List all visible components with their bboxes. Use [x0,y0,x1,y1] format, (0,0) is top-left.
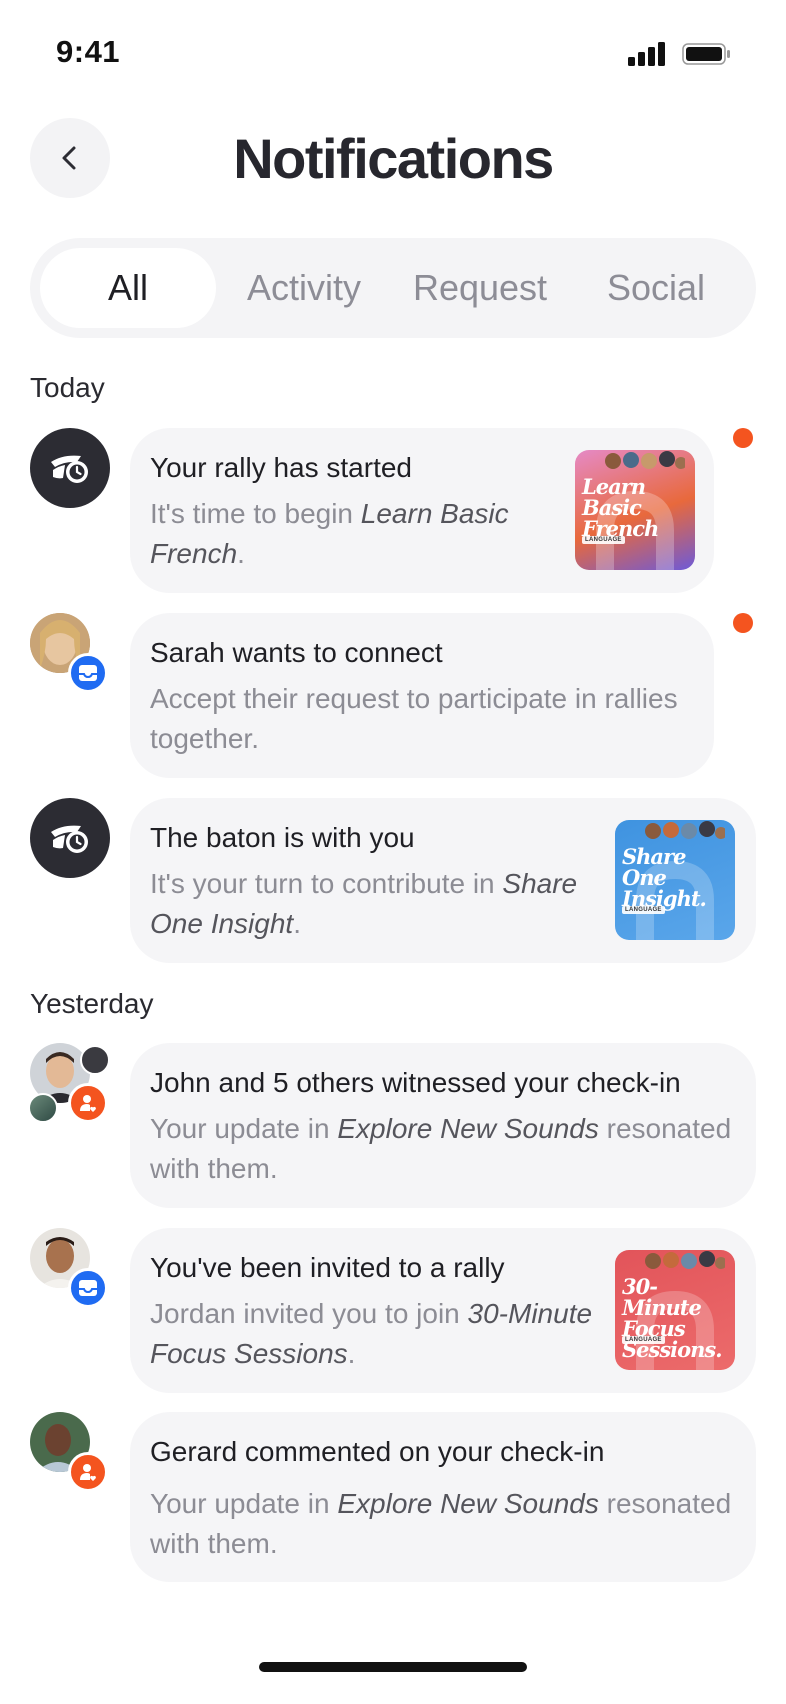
tab-social[interactable]: Social [568,248,744,328]
notification-rally-started: Your rally has started It's time to begi… [0,428,786,593]
notification-commented: Gerard commented on your check-in Your u… [0,1412,786,1582]
status-time: 9:41 [56,34,121,69]
avatar-other [80,1045,110,1075]
body-text-end: . [347,1338,356,1369]
notification-body: It's time to begin Learn Basic French. [150,494,520,574]
home-indicator[interactable] [259,1662,527,1672]
rally-app-icon [51,825,88,853]
battery-icon [682,43,730,65]
unread-dot [733,613,753,633]
rally-thumbnail-french: Learn Basic French LANGUAGE [575,450,695,570]
thumb-category-tag: LANGUAGE [622,1336,665,1344]
notification-card[interactable]: Your rally has started It's time to begi… [130,428,714,593]
thumb-category-tag: LANGUAGE [582,536,625,544]
participant-faces [645,1251,725,1269]
rally-thumbnail-focus: 30-Minute Focus Sessions. LANGUAGE [615,1250,735,1370]
rally-app-avatar [30,428,110,508]
rally-name: Explore New Sounds [337,1113,599,1144]
notification-title: Your rally has started [150,452,412,483]
body-text-end: . [293,908,301,939]
page-title: Notifications [233,127,554,190]
cellular-signal-icon [628,42,665,66]
tab-request[interactable]: Request [392,248,568,328]
thumb-title: Share One Insight. [622,844,707,911]
tab-all[interactable]: All [40,248,216,328]
notification-body: Accept their request to participate in r… [150,679,700,759]
notification-card[interactable]: The baton is with you It's your turn to … [130,798,756,963]
notification-title: The baton is with you [150,822,415,853]
notification-body: Your update in Explore New Sounds resona… [150,1109,740,1189]
body-text: Your update in [150,1488,338,1519]
notification-body: Your update in Explore New Sounds resona… [150,1484,740,1564]
request-badge [68,1268,108,1308]
social-badge [68,1452,108,1492]
section-label-yesterday: Yesterday [30,988,154,1019]
header: Notifications [0,116,786,200]
thumb-title: Learn Basic French [582,474,659,541]
body-text: Your update in [150,1113,338,1144]
body-text: It's your turn to contribute in [150,868,503,899]
social-badge [68,1083,108,1123]
notification-baton: The baton is with you It's your turn to … [0,798,786,963]
notification-card[interactable]: You've been invited to a rally Jordan in… [130,1228,756,1393]
rally-app-icon [51,455,88,483]
notification-title: Sarah wants to connect [150,637,443,668]
notification-invited: You've been invited to a rally Jordan in… [0,1228,786,1393]
rally-name: Explore New Sounds [337,1488,599,1519]
status-bar: 9:41 [0,0,786,108]
notification-title: John and 5 others witnessed your check-i… [150,1067,681,1098]
notification-card[interactable]: John and 5 others witnessed your check-i… [130,1043,756,1208]
body-text: Accept their request to participate in r… [150,683,678,754]
body-text-end: . [237,538,245,569]
body-text: Jordan invited you to join [150,1298,468,1329]
section-label-today: Today [30,372,105,403]
notification-connect-request: Sarah wants to connect Accept their requ… [0,613,786,778]
notification-card[interactable]: Gerard commented on your check-in Your u… [130,1412,756,1582]
rally-app-avatar [30,798,110,878]
notification-witnessed: John and 5 others witnessed your check-i… [0,1043,786,1208]
thumb-title: 30-Minute Focus Sessions. [622,1274,723,1362]
thumb-category-tag: LANGUAGE [622,906,665,914]
body-text: It's time to begin [150,498,361,529]
request-badge [68,653,108,693]
person-heart-icon [80,1464,96,1481]
notification-card[interactable]: Sarah wants to connect Accept their requ… [130,613,714,778]
notification-title: You've been invited to a rally [150,1252,505,1283]
unread-dot [733,428,753,448]
inbox-icon [79,665,97,681]
notification-body: Jordan invited you to join 30-Minute Foc… [150,1294,600,1374]
tab-activity[interactable]: Activity [216,248,392,328]
filter-tabs: All Activity Request Social [30,238,756,338]
rally-thumbnail-insight: Share One Insight. LANGUAGE [615,820,735,940]
notification-body: It's your turn to contribute in Share On… [150,864,590,944]
participant-faces [605,451,685,469]
person-heart-icon [80,1095,96,1112]
notification-title: Gerard commented on your check-in [150,1436,605,1467]
avatar-other [28,1093,58,1123]
participant-faces [645,821,725,839]
inbox-icon [79,1280,97,1296]
